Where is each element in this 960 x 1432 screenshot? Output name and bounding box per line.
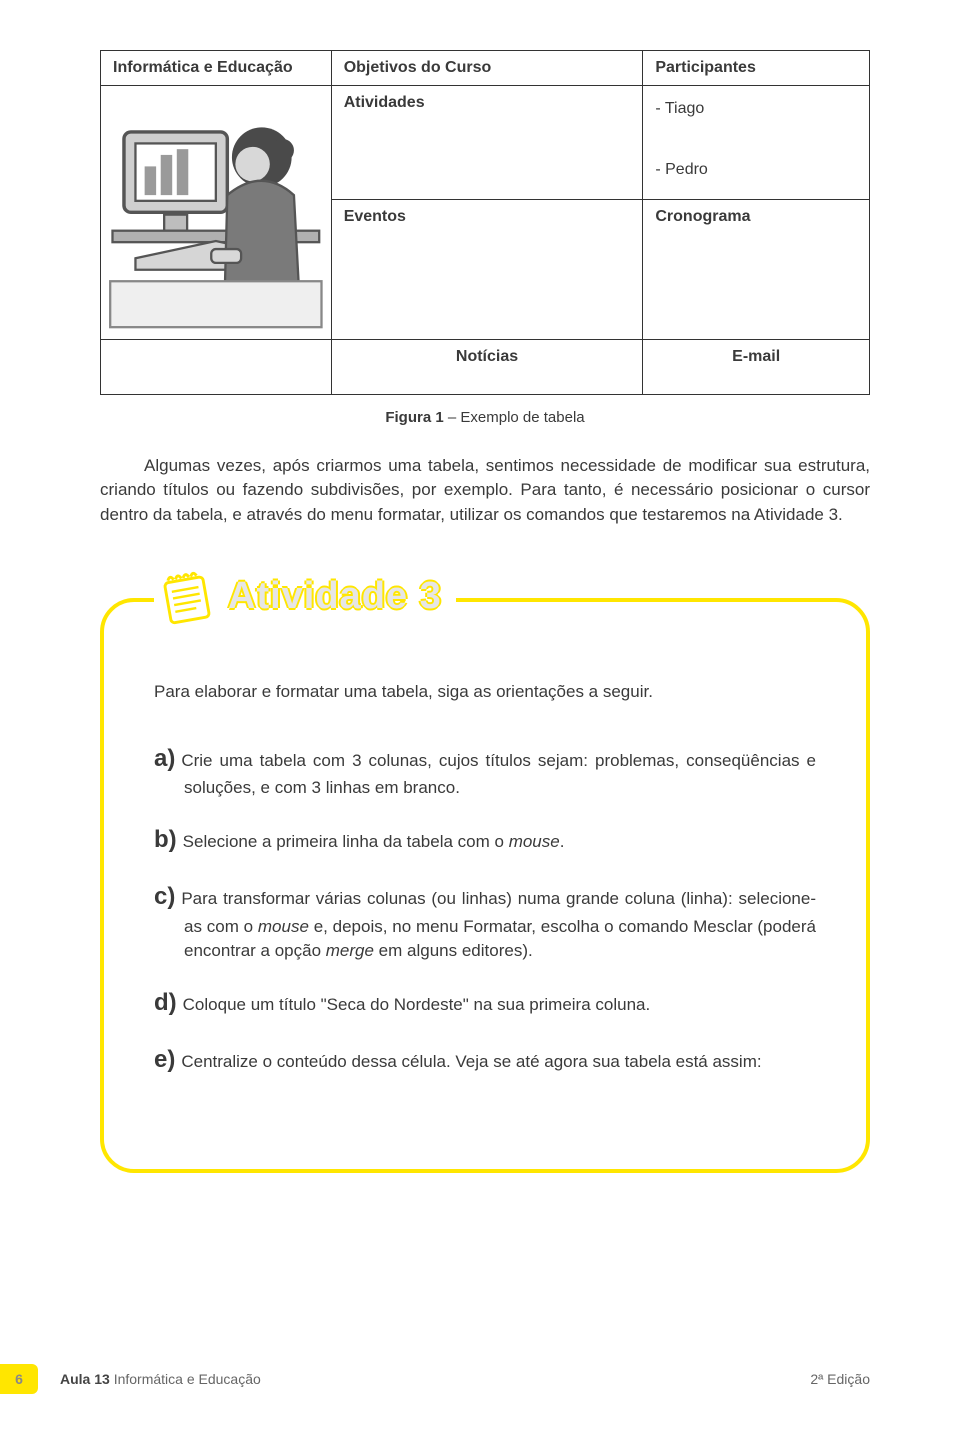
activity-title-text: Atividade 3 [228,575,442,618]
item-text: Para transformar várias colunas (ou linh… [181,889,816,960]
item-marker: d) [154,989,177,1016]
footer-lesson-bold: Aula 13 [60,1371,110,1387]
cell-participantes: Participantes [643,51,870,86]
empty-cell [101,339,332,394]
item-text: Crie uma tabela com 3 colunas, cujos tít… [181,751,816,798]
table-row: Notícias E-mail [101,339,870,394]
cell-objetivos: Objetivos do Curso [331,51,643,86]
table-row: Atividades - Tiago - Pedro [101,86,870,200]
participant-pedro: - Pedro [655,155,857,185]
item-text: Coloque um título "Seca do Nordeste" na … [183,995,651,1014]
activity-list: a)Crie uma tabela com 3 colunas, cujos t… [154,742,816,1078]
cell-email: E-mail [643,339,870,394]
cell-cronograma: Cronograma [643,199,870,339]
body-paragraph: Algumas vezes, após criarmos uma tabela,… [100,454,870,528]
activity-item-a: a)Crie uma tabela com 3 colunas, cujos t… [154,742,816,801]
example-table: Informática e Educação Objetivos do Curs… [100,50,870,395]
illustration-cell [101,86,332,340]
cell-eventos: Eventos [331,199,643,339]
cell-atividades: Atividades [331,86,643,200]
activity-item-e: e) Centralize o conteúdo dessa célula. Ve… [154,1043,816,1078]
activity-item-c: c)Para transformar várias colunas (ou li… [154,880,816,964]
cell-noticias: Notícias [331,339,643,394]
activity-box: Atividade 3 Para elaborar e formatar uma… [100,598,870,1174]
item-marker: a) [154,745,175,772]
caption-bold: Figura 1 [385,409,443,426]
item-marker: b) [154,826,177,853]
cell-informatica: Informática e Educação [101,51,332,86]
item-marker: e) [154,1046,175,1073]
page-footer: 6 Aula 13 Informática e Educação 2ª Ediç… [0,1364,960,1394]
caption-rest: – Exemplo de tabela [444,409,585,426]
footer-lesson: Aula 13 Informática e Educação [60,1371,261,1387]
page: Informática e Educação Objetivos do Curs… [0,0,960,1432]
footer-edition: 2ª Edição [810,1371,870,1387]
page-number-badge: 6 [0,1364,38,1394]
participant-tiago: - Tiago [655,94,857,124]
footer-lesson-rest: Informática e Educação [110,1371,261,1387]
notepad-icon [158,568,216,626]
person-computer-icon [101,86,331,339]
item-marker: c) [154,883,175,910]
activity-section: Atividade 3 Para elaborar e formatar uma… [100,598,870,1174]
activity-item-b: b) Selecione a primeira linha da tabela c… [154,823,816,858]
activity-item-d: d) Coloque um título "Seca do Nordeste" n… [154,986,816,1021]
item-text: Selecione a primeira linha da tabela com… [183,832,565,851]
activity-intro: Para elaborar e formatar uma tabela, sig… [154,682,816,702]
item-text: Centralize o conteúdo dessa célula. Veja… [181,1052,761,1071]
table-row: Informática e Educação Objetivos do Curs… [101,51,870,86]
cell-participants-list: - Tiago - Pedro [643,86,870,200]
activity-title: Atividade 3 [154,568,456,626]
figure-caption: Figura 1 – Exemplo de tabela [100,409,870,426]
